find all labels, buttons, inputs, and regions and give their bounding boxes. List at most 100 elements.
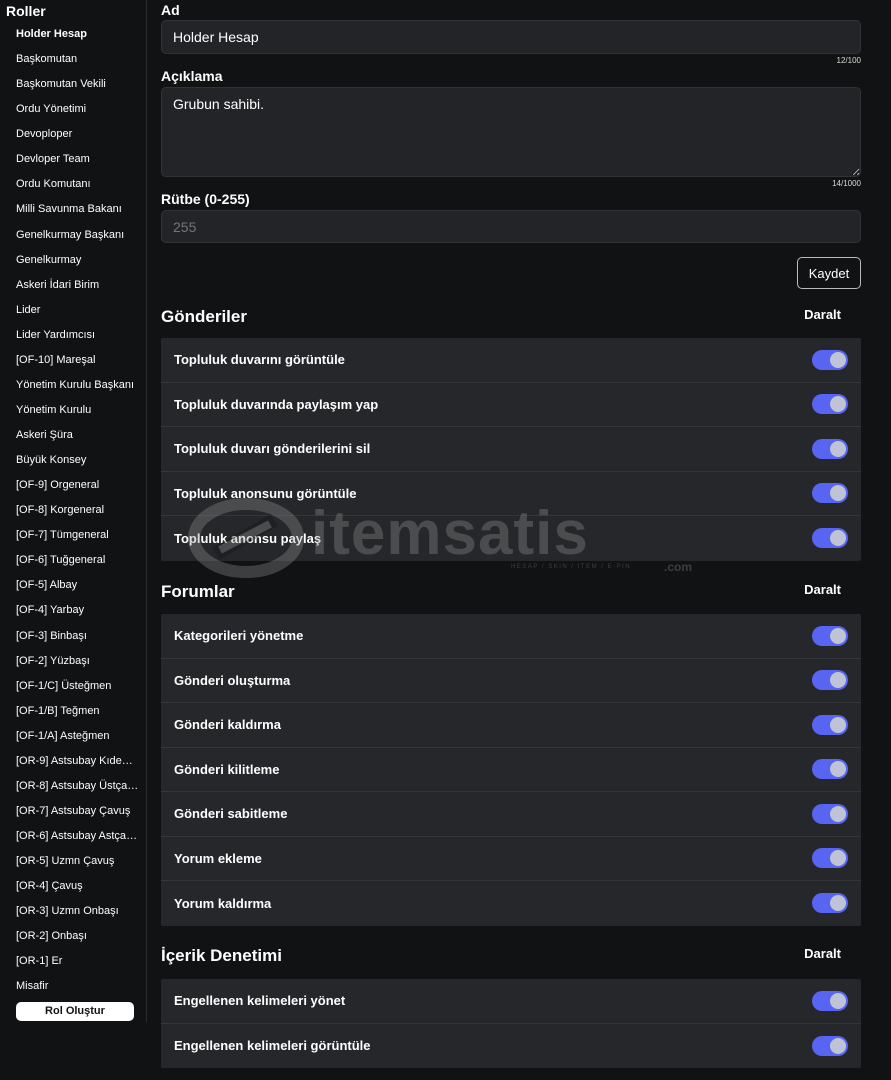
toggle-knob — [830, 351, 846, 368]
sidebar-role-item[interactable]: [OF-5] Albay — [0, 573, 146, 598]
toggle-knob — [830, 627, 846, 644]
sidebar-role-item[interactable]: Başkomutan — [0, 47, 146, 72]
toggle-knob — [830, 895, 846, 912]
collapse-moderation-button[interactable]: Daralt — [804, 946, 841, 961]
permission-toggle[interactable] — [812, 803, 848, 824]
sidebar-role-item[interactable]: Askeri Şüra — [0, 423, 146, 448]
sidebar-role-item[interactable]: Ordu Yönetimi — [0, 97, 146, 122]
collapse-posts-button[interactable]: Daralt — [804, 307, 841, 322]
permission-row: Topluluk duvarını görüntüle — [161, 338, 861, 383]
sidebar-role-item[interactable]: [OF-3] Binbaşı — [0, 624, 146, 649]
permission-row: Gönderi sabitleme — [161, 792, 861, 837]
permission-toggle[interactable] — [812, 394, 848, 415]
permission-label: Gönderi kaldırma — [174, 717, 281, 733]
permission-toggle[interactable] — [812, 528, 848, 549]
sidebar-role-item[interactable]: [OR-6] Astsubay Astçavuş — [0, 824, 146, 849]
posts-permissions: Topluluk duvarını görüntüle Topluluk duva… — [161, 338, 861, 561]
permission-toggle[interactable] — [812, 848, 848, 869]
sidebar-role-item[interactable]: Askeri İdari Birim — [0, 273, 146, 298]
permission-row: Topluluk anonsunu görüntüle — [161, 472, 861, 516]
sidebar-role-item[interactable]: Ordu Komutanı — [0, 172, 146, 197]
sidebar-role-item[interactable]: [OF-1/A] Asteğmen — [0, 724, 146, 749]
name-label: Ad — [161, 2, 180, 18]
sidebar-role-item[interactable]: [OR-3] Uzmn Onbaşı — [0, 899, 146, 924]
permission-toggle[interactable] — [812, 990, 848, 1011]
permission-row: Engellenen kelimeleri görüntüle — [161, 1024, 861, 1069]
description-textarea[interactable]: Grubun sahibi. — [161, 87, 861, 177]
sidebar-role-item[interactable]: [OF-8] Korgeneral — [0, 498, 146, 523]
sidebar-role-item[interactable]: Milli Savunma Bakanı — [0, 197, 146, 222]
sidebar-role-item[interactable]: [OR-7] Astsubay Çavuş — [0, 799, 146, 824]
sidebar-role-item[interactable]: [OR-2] Onbaşı — [0, 924, 146, 949]
sidebar-role-item[interactable]: [OF-2] Yüzbaşı — [0, 649, 146, 674]
sidebar-role-item[interactable]: Lider Yardımcısı — [0, 323, 146, 348]
toggle-knob — [830, 485, 846, 502]
save-button[interactable]: Kaydet — [797, 257, 861, 289]
permission-label: Topluluk duvarı gönderilerini sil — [174, 441, 371, 457]
sidebar-role-item[interactable]: [OF-7] Tümgeneral — [0, 523, 146, 548]
permission-toggle[interactable] — [812, 714, 848, 735]
sidebar-role-item[interactable]: Devloper Team — [0, 147, 146, 172]
name-counter: 12/100 — [836, 56, 861, 65]
sidebar-role-item[interactable]: [OR-9] Astsubay Kıdemli Başçavuş — [0, 749, 146, 774]
sidebar-role-item[interactable]: [OF-1/B] Teğmen — [0, 699, 146, 724]
permission-label: Engellenen kelimeleri yönet — [174, 993, 346, 1009]
sidebar-role-item[interactable]: Yönetim Kurulu Başkanı — [0, 373, 146, 398]
sidebar-role-item[interactable]: Genelkurmay Başkanı — [0, 223, 146, 248]
toggle-knob — [830, 761, 846, 778]
toggle-knob — [830, 992, 846, 1009]
create-role-button[interactable]: Rol Oluştur — [16, 1002, 134, 1021]
sidebar-role-item[interactable]: Lider — [0, 298, 146, 323]
sidebar-role-item[interactable]: [OF-1/C] Üsteğmen — [0, 674, 146, 699]
permission-toggle[interactable] — [812, 893, 848, 914]
sidebar-role-item[interactable]: [OR-5] Uzmn Çavuş — [0, 849, 146, 874]
permission-row: Gönderi kaldırma — [161, 703, 861, 748]
sidebar-role-item[interactable]: [OF-10] Mareşal — [0, 348, 146, 373]
section-title-posts: Gönderiler — [161, 307, 247, 326]
sidebar-role-item[interactable]: Devoploper — [0, 122, 146, 147]
permission-toggle[interactable] — [812, 625, 848, 646]
sidebar-role-item[interactable]: [OF-9] Orgeneral — [0, 473, 146, 498]
sidebar-role-item[interactable]: Genelkurmay — [0, 248, 146, 273]
sidebar-role-item[interactable]: Holder Hesap — [0, 22, 146, 47]
role-settings: Ad 12/100 Açıklama Grubun sahibi. 14/100… — [161, 0, 861, 1080]
permission-toggle[interactable] — [812, 438, 848, 459]
toggle-knob — [830, 1037, 846, 1054]
rank-input[interactable] — [161, 210, 861, 243]
sidebar-role-item[interactable]: Misafir — [0, 974, 146, 999]
sidebar-role-item[interactable]: Yönetim Kurulu — [0, 398, 146, 423]
sidebar-role-item[interactable]: [OR-4] Çavuş — [0, 874, 146, 899]
sidebar-role-item[interactable]: Büyük Konsey — [0, 448, 146, 473]
toggle-knob — [830, 805, 846, 822]
rank-label: Rütbe (0-255) — [161, 191, 250, 207]
collapse-forums-button[interactable]: Daralt — [804, 582, 841, 597]
permission-label: Topluluk anonsu paylaş — [174, 530, 322, 546]
permission-row: Kategorileri yönetme — [161, 614, 861, 659]
description-counter: 14/1000 — [832, 179, 861, 188]
sidebar-role-item[interactable]: [OR-1] Er — [0, 949, 146, 974]
permission-toggle[interactable] — [812, 1035, 848, 1056]
permission-toggle[interactable] — [812, 670, 848, 691]
permission-row: Topluluk duvarında paylaşım yap — [161, 383, 861, 427]
sidebar-role-item[interactable]: [OR-8] Astsubay Üstçavuş — [0, 774, 146, 799]
permission-row: Topluluk anonsu paylaş — [161, 516, 861, 561]
role-list: Holder Hesap Başkomutan Başkomutan Vekili O… — [0, 22, 146, 999]
name-input[interactable] — [161, 20, 861, 54]
permission-label: Topluluk duvarında paylaşım yap — [174, 396, 379, 412]
permission-toggle[interactable] — [812, 483, 848, 504]
permission-label: Gönderi kilitleme — [174, 761, 280, 777]
sidebar-role-item[interactable]: [OF-6] Tuğgeneral — [0, 548, 146, 573]
toggle-knob — [830, 716, 846, 733]
roles-sidebar: Roller Holder Hesap Başkomutan Başkomutan … — [0, 0, 147, 1022]
description-label: Açıklama — [161, 68, 223, 84]
moderation-permissions: Engellenen kelimeleri yönet Engellenen ke… — [161, 979, 861, 1068]
forums-permissions: Kategorileri yönetme Gönderi oluşturma Gön… — [161, 614, 861, 926]
permission-label: Topluluk duvarını görüntüle — [174, 352, 345, 368]
sidebar-role-item[interactable]: Başkomutan Vekili — [0, 72, 146, 97]
toggle-knob — [830, 396, 846, 413]
permission-toggle[interactable] — [812, 349, 848, 370]
permission-toggle[interactable] — [812, 759, 848, 780]
permission-label: Kategorileri yönetme — [174, 628, 304, 644]
permission-row: Gönderi oluşturma — [161, 659, 861, 703]
sidebar-role-item[interactable]: [OF-4] Yarbay — [0, 598, 146, 623]
